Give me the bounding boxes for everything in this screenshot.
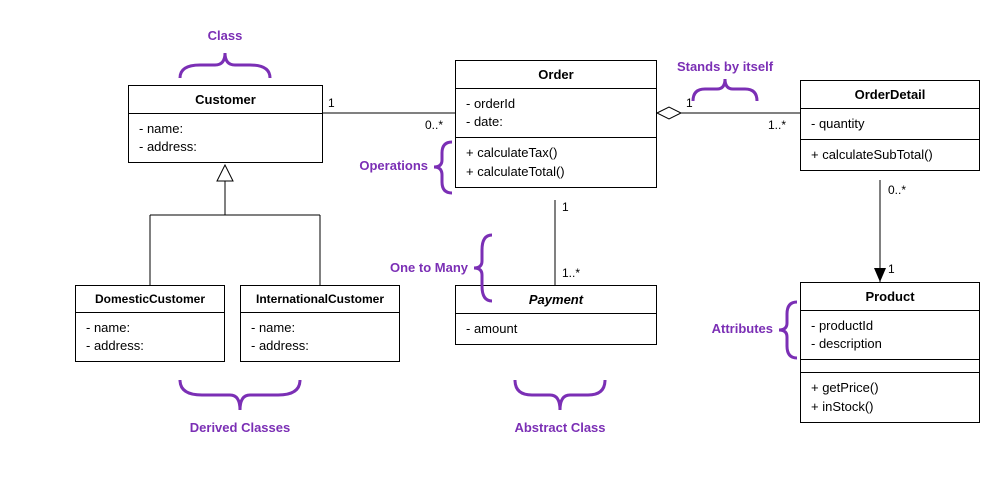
class-order-detail: OrderDetail - quantity + calculateSubTot… [800, 80, 980, 171]
class-payment-attrs: - amount [456, 314, 656, 344]
class-order: Order - orderId - date: + calculateTax()… [455, 60, 657, 188]
class-domestic-customer-attrs: - name: - address: [76, 313, 224, 361]
annotation-one-to-many: One to Many [368, 260, 468, 275]
class-product-attrs: - productId - description [801, 311, 979, 360]
class-international-customer-attrs: - name: - address: [241, 313, 399, 361]
class-order-detail-title: OrderDetail [801, 81, 979, 109]
mult-order-orderdetail-right: 1..* [768, 118, 786, 132]
class-order-attrs: - orderId - date: [456, 89, 656, 138]
class-customer: Customer - name: - address: [128, 85, 323, 163]
class-international-customer-title: InternationalCustomer [241, 286, 399, 313]
brace-icon [432, 140, 454, 195]
class-order-detail-attrs: - quantity [801, 109, 979, 140]
brace-icon [690, 76, 760, 104]
mult-customer-order-left: 1 [328, 96, 335, 110]
mult-orderdetail-product-top: 0..* [888, 183, 906, 197]
annotation-attributes: Attributes [693, 321, 773, 336]
class-international-customer: InternationalCustomer - name: - address: [240, 285, 400, 362]
class-product-empty-section [801, 360, 979, 373]
brace-icon [175, 375, 305, 415]
mult-order-payment-top: 1 [562, 200, 569, 214]
brace-icon [472, 233, 494, 303]
class-domestic-customer-title: DomesticCustomer [76, 286, 224, 313]
class-customer-title: Customer [129, 86, 322, 114]
brace-icon [175, 48, 275, 83]
annotation-class: Class [195, 28, 255, 43]
class-order-title: Order [456, 61, 656, 89]
mult-customer-order-right: 0..* [425, 118, 443, 132]
annotation-stands-by-itself: Stands by itself [665, 59, 785, 74]
annotation-abstract-class: Abstract Class [470, 420, 650, 435]
class-customer-attrs: - name: - address: [129, 114, 322, 162]
mult-order-payment-bottom: 1..* [562, 266, 580, 280]
mult-orderdetail-product-bottom: 1 [888, 262, 895, 276]
class-order-detail-ops: + calculateSubTotal() [801, 140, 979, 170]
class-product-title: Product [801, 283, 979, 311]
class-order-ops: + calculateTax() + calculateTotal() [456, 138, 656, 186]
class-product-ops: + getPrice() + inStock() [801, 373, 979, 421]
annotation-operations: Operations [348, 158, 428, 173]
class-product: Product - productId - description + getP… [800, 282, 980, 423]
brace-icon [510, 375, 610, 415]
class-domestic-customer: DomesticCustomer - name: - address: [75, 285, 225, 362]
brace-icon [777, 300, 799, 360]
annotation-derived-classes: Derived Classes [150, 420, 330, 435]
